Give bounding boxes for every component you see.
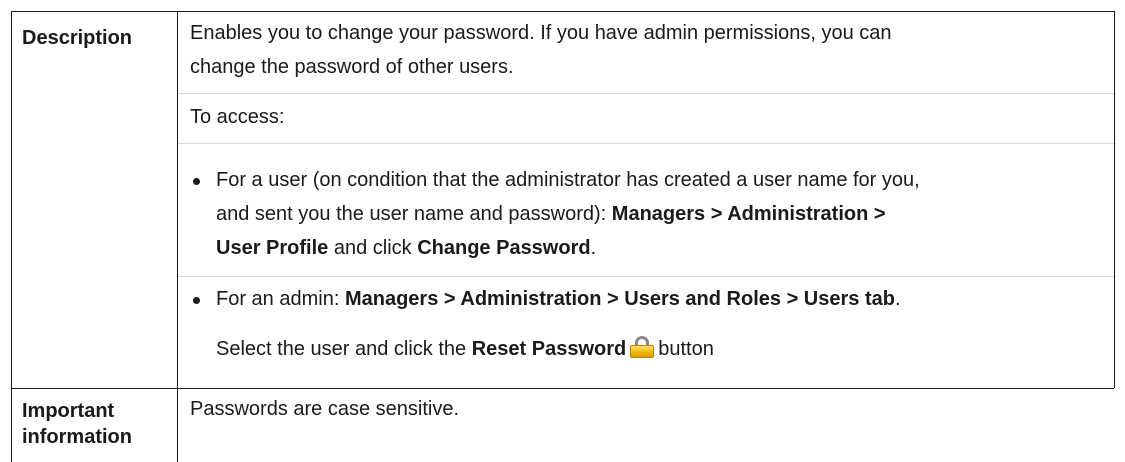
description-line-2: change the password of other users. bbox=[190, 56, 514, 78]
bullet-2-line-2: Select the user and click the Reset Pass… bbox=[216, 334, 714, 364]
column-divider bbox=[177, 11, 178, 462]
important-information-text: Passwords are case sensitive. bbox=[190, 398, 460, 420]
period: . bbox=[590, 237, 597, 259]
header-line: information bbox=[22, 426, 132, 448]
menu-path: User Profile bbox=[216, 237, 329, 259]
bullet-1-line-2: and sent you the user name and password)… bbox=[216, 199, 886, 229]
bullet-2-text: Select the user and click the bbox=[216, 338, 472, 360]
button-name: Reset Password bbox=[471, 338, 627, 360]
menu-path: Managers > Administration > Users and Ro… bbox=[344, 288, 895, 310]
period: . bbox=[894, 288, 901, 310]
bullet-1-text: and click bbox=[328, 237, 418, 259]
para-separator bbox=[178, 143, 1114, 144]
bullet-1-line-1: For a user (on condition that the admini… bbox=[216, 169, 920, 191]
bullet-1-line-3: User Profile and click Change Password. bbox=[216, 233, 596, 263]
row-header-description: Description bbox=[22, 27, 133, 49]
para-separator bbox=[178, 276, 1114, 277]
row-header-important-information: Important information bbox=[22, 398, 167, 450]
lock-icon bbox=[630, 336, 655, 358]
bullet-1-text: and sent you the user name and password)… bbox=[216, 203, 612, 225]
to-access-label: To access: bbox=[190, 106, 285, 128]
para-separator bbox=[178, 93, 1114, 94]
button-name: Change Password bbox=[417, 237, 591, 259]
bullet-2-text: For an admin: bbox=[216, 288, 345, 310]
bullet-2-line-1: For an admin: Managers > Administration … bbox=[216, 284, 901, 314]
table-right-border bbox=[1114, 11, 1115, 388]
menu-path: Managers > Administration > bbox=[611, 203, 886, 225]
bullet-point bbox=[193, 178, 200, 185]
bullet-2-text: button bbox=[658, 338, 714, 360]
info-table: Description Enables you to change your p… bbox=[0, 0, 1125, 462]
table-left-border bbox=[11, 11, 12, 462]
header-line: Important bbox=[22, 400, 115, 422]
bullet-point bbox=[193, 297, 200, 304]
description-line-1: Enables you to change your password. If … bbox=[190, 22, 892, 44]
